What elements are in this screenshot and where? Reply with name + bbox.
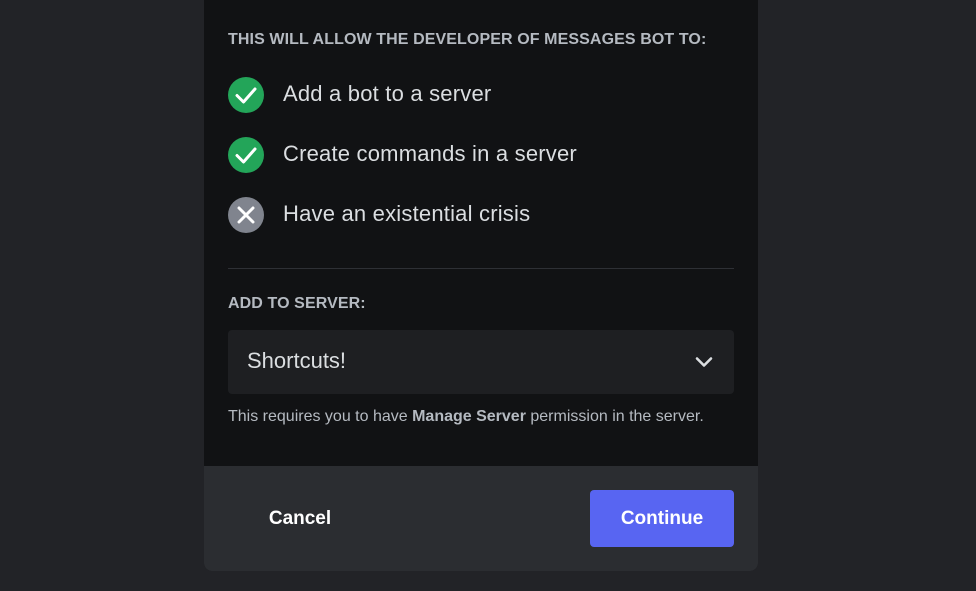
permissions-list: Add a bot to a server Create commands in… bbox=[228, 77, 734, 257]
modal-footer: Cancel Continue bbox=[204, 466, 758, 571]
chevron-down-icon[interactable] bbox=[692, 350, 716, 379]
server-select-value: Shortcuts! bbox=[247, 348, 347, 373]
add-to-server-heading: ADD TO SERVER: bbox=[228, 295, 366, 312]
check-icon bbox=[228, 137, 264, 173]
permission-item: Have an existential crisis bbox=[228, 197, 734, 257]
permission-item: Add a bot to a server bbox=[228, 77, 734, 137]
x-icon bbox=[228, 197, 264, 233]
permission-helper-text: This requires you to have Manage Server … bbox=[228, 408, 704, 426]
server-select[interactable]: Shortcuts! bbox=[228, 330, 734, 394]
cancel-button[interactable]: Cancel bbox=[238, 490, 362, 547]
continue-button[interactable]: Continue bbox=[590, 490, 734, 547]
permission-label: Create commands in a server bbox=[283, 141, 577, 166]
helper-text-permission: Manage Server bbox=[412, 408, 526, 425]
helper-text-prefix: This requires you to have bbox=[228, 408, 413, 425]
permission-item: Create commands in a server bbox=[228, 137, 734, 197]
helper-text-suffix: permission in the server. bbox=[525, 408, 704, 425]
permission-label: Add a bot to a server bbox=[283, 81, 492, 106]
section-divider bbox=[228, 268, 734, 269]
permissions-heading: THIS WILL ALLOW THE DEVELOPER OF MESSAGE… bbox=[228, 31, 707, 48]
authorize-modal: THIS WILL ALLOW THE DEVELOPER OF MESSAGE… bbox=[204, 0, 758, 571]
check-icon bbox=[228, 77, 264, 113]
permission-label: Have an existential crisis bbox=[283, 201, 531, 226]
